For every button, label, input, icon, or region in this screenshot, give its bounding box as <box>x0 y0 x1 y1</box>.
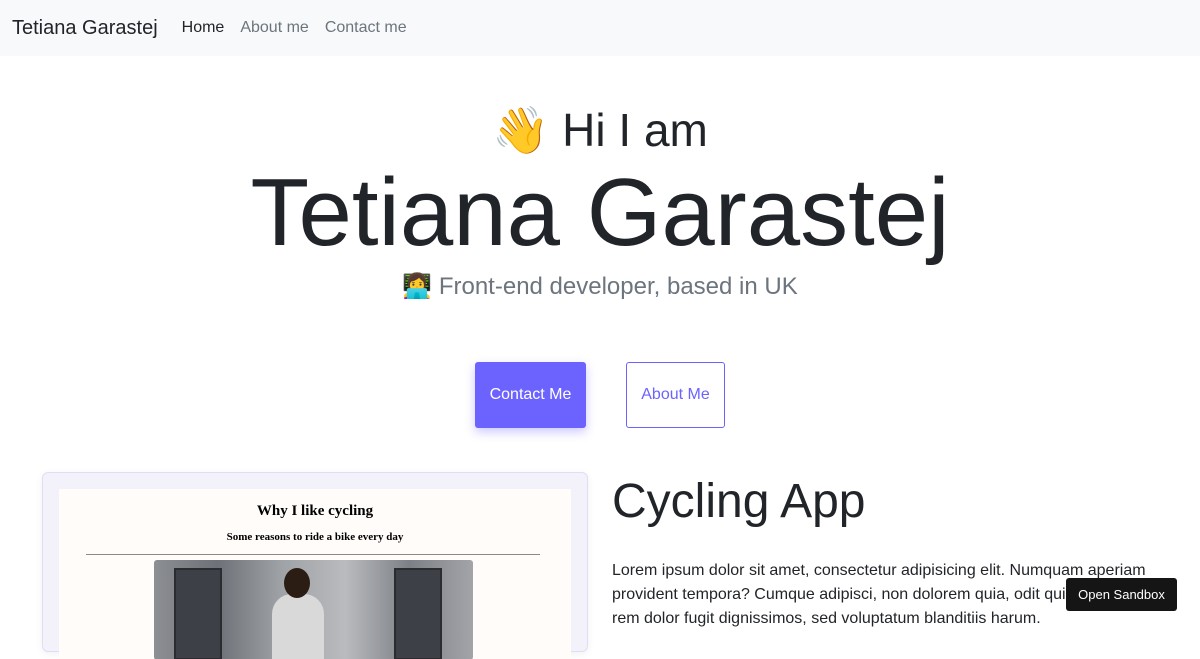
about-me-button[interactable]: About Me <box>626 362 725 428</box>
project-card[interactable]: Why I like cycling Some reasons to ride … <box>42 472 588 659</box>
top-navbar: Tetiana Garastej Home About me Contact m… <box>0 0 1200 56</box>
cycling-photo <box>154 560 473 659</box>
hero-subtitle: 👩‍💻 Front-end developer, based in UK <box>402 273 798 300</box>
hero-name-heading: Tetiana Garastej <box>250 159 950 266</box>
photo-window <box>394 568 442 659</box>
navbar-brand[interactable]: Tetiana Garastej <box>12 17 158 40</box>
project-title: Cycling App <box>612 475 866 528</box>
project-preview[interactable]: Why I like cycling Some reasons to ride … <box>59 489 571 659</box>
preview-title: Why I like cycling <box>256 503 374 519</box>
photo-person <box>272 594 324 659</box>
nav-link-home[interactable]: Home <box>182 19 225 37</box>
nav-link-contact[interactable]: Contact me <box>325 19 407 37</box>
hero-greeting: 👋 Hi I am <box>492 104 708 156</box>
nav-link-about[interactable]: About me <box>240 19 308 37</box>
preview-subtitle: Some reasons to ride a bike every day <box>226 531 404 543</box>
contact-me-button[interactable]: Contact Me <box>475 362 586 428</box>
preview-divider <box>86 554 540 555</box>
open-sandbox-button[interactable]: Open Sandbox <box>1066 578 1177 611</box>
photo-person-head <box>284 568 310 598</box>
photo-window <box>174 568 222 659</box>
